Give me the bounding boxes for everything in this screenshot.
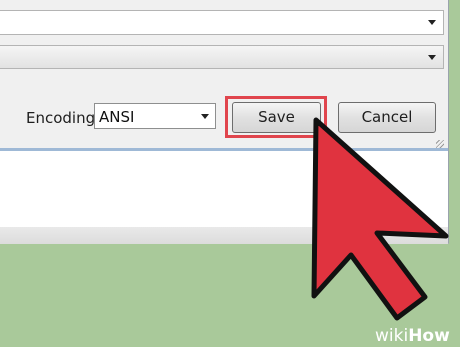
chevron-down-icon[interactable]: [428, 20, 436, 25]
content-area: [0, 151, 448, 227]
watermark-suffix: How: [408, 326, 450, 346]
status-strip: [0, 227, 448, 244]
encoding-label: Encoding:: [26, 109, 101, 127]
encoding-value: ANSI: [99, 108, 135, 126]
encoding-select[interactable]: ANSI: [94, 103, 216, 129]
chevron-down-icon[interactable]: [201, 114, 209, 119]
save-dialog: Encoding: ANSI Save Cancel: [0, 0, 449, 244]
save-as-type-select[interactable]: [0, 45, 444, 69]
watermark-prefix: wiki: [375, 326, 409, 346]
cancel-button[interactable]: Cancel: [338, 102, 436, 133]
filename-field[interactable]: [0, 10, 444, 35]
chevron-down-icon[interactable]: [428, 55, 436, 60]
save-button[interactable]: Save: [232, 102, 321, 133]
resize-grip-icon[interactable]: [436, 140, 444, 148]
watermark: wikiHow: [375, 326, 450, 346]
